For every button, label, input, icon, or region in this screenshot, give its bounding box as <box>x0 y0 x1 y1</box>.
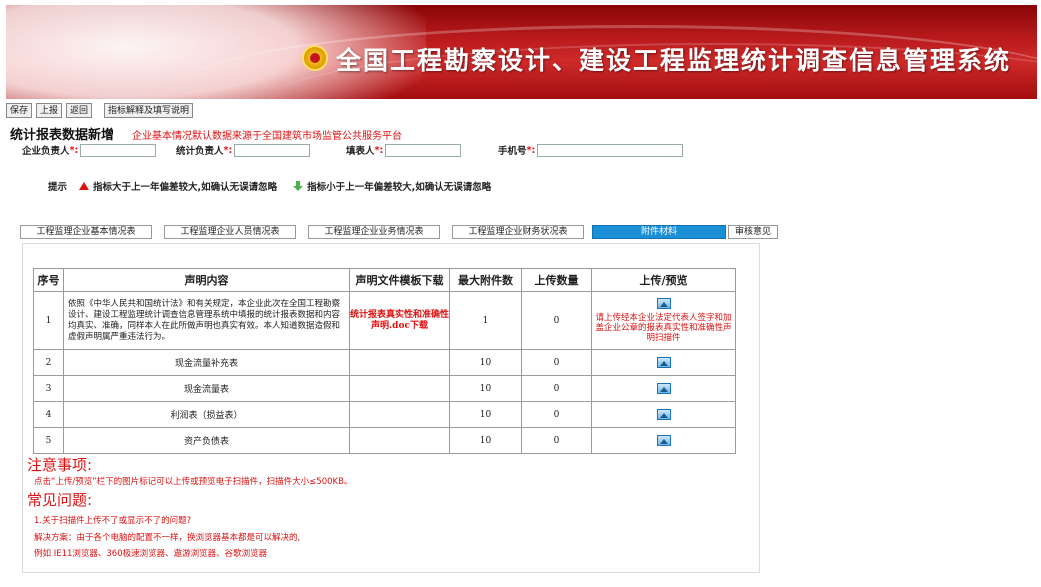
col-header-template: 声明文件模板下载 <box>349 268 450 292</box>
filler-input[interactable] <box>385 143 462 157</box>
col-header-max: 最大附件数 <box>449 268 522 292</box>
image-upload-icon[interactable] <box>656 383 671 394</box>
row-count: 0 <box>521 401 592 428</box>
notes-title: 注意事项: <box>27 456 93 474</box>
tab-attachments[interactable]: 附件材料 <box>592 225 726 239</box>
table-header-row: 序号 声明内容 声明文件模板下载 最大附件数 上传数量 上传/预览 <box>33 268 736 292</box>
template-download-link[interactable]: 统计报表真实性和准确性声明.doc下载 <box>350 310 449 332</box>
table-row: 2 现金流量补充表 10 0 <box>33 349 736 376</box>
report-button[interactable]: 上报 <box>36 103 63 118</box>
faq-question: 1.关于扫描件上传不了或显示不了的问题? <box>34 516 192 526</box>
row-download-cell <box>349 375 450 402</box>
col-header-content: 声明内容 <box>63 268 350 292</box>
back-button[interactable]: 返回 <box>66 103 93 118</box>
col-header-upload: 上传/预览 <box>591 268 736 292</box>
row-max: 1 <box>449 291 522 350</box>
table-row: 3 现金流量表 10 0 <box>33 375 736 402</box>
row-max: 10 <box>449 375 522 402</box>
header-banner: 全国工程勘察设计、建设工程监理统计调查信息管理系统 <box>6 5 1037 99</box>
tab-business[interactable]: 工程监理企业业务情况表 <box>308 225 440 239</box>
tab-bar: 工程监理企业基本情况表 工程监理企业人员情况表 工程监理企业业务情况表 工程监理… <box>20 225 778 239</box>
row-max: 10 <box>449 401 522 428</box>
filler-group: 填表人 *: <box>346 143 462 157</box>
faq-answer-2: 例如 IE11浏览器、360极速浏览器、遨游浏览器、谷歌浏览器 <box>34 549 268 559</box>
row-upload-cell <box>591 401 736 428</box>
enterprise-head-input[interactable] <box>80 143 157 157</box>
system-title: 全国工程勘察设计、建设工程监理统计调查信息管理系统 <box>336 46 1012 75</box>
row-upload-cell <box>591 375 736 402</box>
row-content: 资产负债表 <box>63 427 350 454</box>
col-header-no: 序号 <box>33 268 64 292</box>
row-content: 依照《中华人民共和国统计法》和有关规定，本企业此次在全国工程勘察设计、建设工程监… <box>63 291 350 350</box>
row-no: 5 <box>33 427 64 454</box>
tab-finance[interactable]: 工程监理企业财务状况表 <box>452 225 584 239</box>
row-download-cell <box>349 349 450 376</box>
filler-label: 填表人 <box>346 146 375 157</box>
page-title: 统计报表数据新增 <box>10 128 115 143</box>
arrow-up-icon <box>79 182 90 190</box>
toolbar: 保存 上报 返回 指标解释及填写说明 <box>6 103 194 118</box>
row-count: 0 <box>521 427 592 454</box>
row-download-cell: 统计报表真实性和准确性声明.doc下载 <box>349 291 450 350</box>
attachments-table: 序号 声明内容 声明文件模板下载 最大附件数 上传数量 上传/预览 1 依照《中… <box>33 268 736 454</box>
save-button[interactable]: 保存 <box>6 103 33 118</box>
row-count: 0 <box>521 291 592 350</box>
phone-label: 手机号 <box>498 146 527 157</box>
row-content: 现金流量补充表 <box>63 349 350 376</box>
hint-up-text: 指标大于上一年偏差较大,如确认无误请忽略 <box>93 182 278 193</box>
upload-note: 请上传经本企业法定代表人签字和加盖企业公章的报表真实性和准确性声明扫描件 <box>595 313 732 343</box>
faq-answer-1: 解决方案：由于各个电脑的配置不一样，换浏览器基本都是可以解决的, <box>34 533 301 543</box>
hint-down-text: 指标小于上一年偏差较大,如确认无误请忽略 <box>307 182 492 193</box>
row-no: 3 <box>33 375 64 402</box>
data-source-notice: 企业基本情况默认数据来源于全国建筑市场监管公共服务平台 <box>132 131 402 142</box>
tab-basic-info[interactable]: 工程监理企业基本情况表 <box>20 225 152 239</box>
row-no: 1 <box>33 291 64 350</box>
notes-line: 点击“上传/预览”栏下的图片标记可以上传或预览电子扫描件，扫描件大小≤500KB… <box>34 477 353 487</box>
hint-row: 提示 指标大于上一年偏差较大,如确认无误请忽略 指标小于上一年偏差较大,如确认无… <box>48 179 491 193</box>
enterprise-head-group: 企业负责人 *: <box>22 143 157 157</box>
row-max: 10 <box>449 349 522 376</box>
row-upload-cell <box>591 427 736 454</box>
table-row: 4 利润表（损益表） 10 0 <box>33 401 736 428</box>
row-count: 0 <box>521 375 592 402</box>
row-upload-cell: 请上传经本企业法定代表人签字和加盖企业公章的报表真实性和准确性声明扫描件 <box>591 291 736 350</box>
phone-input[interactable] <box>537 143 684 157</box>
row-count: 0 <box>521 349 592 376</box>
row-download-cell <box>349 401 450 428</box>
row-upload-cell <box>591 349 736 376</box>
row-max: 10 <box>449 427 522 454</box>
image-upload-icon[interactable] <box>656 409 671 420</box>
stats-head-input[interactable] <box>234 143 311 157</box>
row-no: 2 <box>33 349 64 376</box>
phone-group: 手机号 *: <box>498 143 684 157</box>
national-emblem-icon <box>302 45 328 71</box>
table-row: 5 资产负债表 10 0 <box>33 427 736 454</box>
hint-label: 提示 <box>48 182 68 193</box>
enterprise-head-label: 企业负责人 <box>22 146 70 157</box>
row-download-cell <box>349 427 450 454</box>
row-content: 利润表（损益表） <box>63 401 350 428</box>
stats-head-group: 统计负责人 *: <box>176 143 311 157</box>
row-no: 4 <box>33 401 64 428</box>
table-row: 1 依照《中华人民共和国统计法》和有关规定，本企业此次在全国工程勘察设计、建设工… <box>33 291 736 350</box>
image-upload-icon[interactable] <box>656 435 671 446</box>
stats-head-label: 统计负责人 <box>176 146 224 157</box>
image-upload-icon[interactable] <box>656 357 671 368</box>
tab-review[interactable]: 审核意见 <box>728 225 778 239</box>
image-upload-icon[interactable] <box>656 298 671 309</box>
page: 全国工程勘察设计、建设工程监理统计调查信息管理系统 保存 上报 返回 指标解释及… <box>0 0 1041 587</box>
faq-title: 常见问题: <box>27 491 93 509</box>
row-content: 现金流量表 <box>63 375 350 402</box>
arrow-down-icon <box>293 181 304 191</box>
tab-personnel[interactable]: 工程监理企业人员情况表 <box>164 225 296 239</box>
guide-button[interactable]: 指标解释及填写说明 <box>104 103 194 118</box>
col-header-count: 上传数量 <box>521 268 592 292</box>
